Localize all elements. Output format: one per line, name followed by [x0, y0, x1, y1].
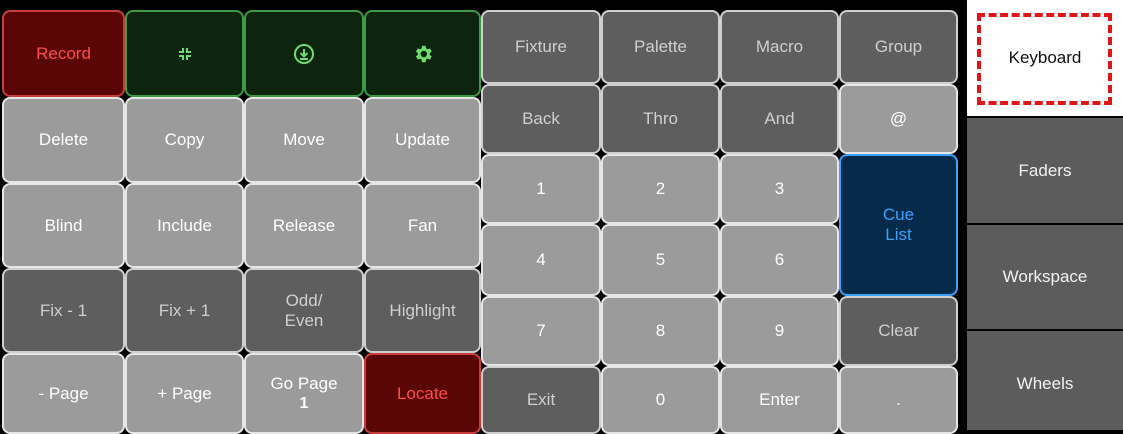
key-4-button[interactable]: 4	[481, 224, 601, 296]
odd-even-label: Odd/ Even	[284, 290, 324, 330]
page-minus-button[interactable]: - Page	[2, 353, 125, 434]
settings-button[interactable]	[364, 10, 481, 97]
gear-icon	[412, 43, 434, 65]
key-4-label: 4	[536, 250, 546, 269]
locate-label: Locate	[396, 383, 449, 403]
copy-button[interactable]: Copy	[125, 97, 244, 183]
download-button[interactable]	[244, 10, 364, 97]
sidebar-item-wheels-label: Wheels	[1016, 374, 1074, 393]
key-0-button[interactable]: 0	[601, 366, 720, 434]
go-page-value: 1	[299, 394, 309, 412]
key-8-button[interactable]: 8	[601, 296, 720, 366]
palette-button[interactable]: Palette	[601, 10, 720, 84]
exit-label: Exit	[526, 390, 556, 409]
thro-button[interactable]: Thro	[601, 84, 720, 154]
update-button[interactable]: Update	[364, 97, 481, 183]
sidebar-item-workspace[interactable]: Workspace	[967, 225, 1123, 329]
include-button[interactable]: Include	[125, 183, 244, 268]
sidebar-item-faders[interactable]: Faders	[967, 118, 1123, 223]
move-button[interactable]: Move	[244, 97, 364, 183]
exit-button[interactable]: Exit	[481, 366, 601, 434]
move-label: Move	[283, 130, 325, 149]
locate-button[interactable]: Locate	[364, 353, 481, 434]
blind-label: Blind	[44, 215, 83, 235]
thro-label: Thro	[643, 109, 678, 128]
fan-button[interactable]: Fan	[364, 183, 481, 268]
key-3-label: 3	[774, 179, 785, 198]
sidebar-item-keyboard-label: Keyboard	[1008, 48, 1082, 67]
group-button[interactable]: Group	[839, 10, 958, 84]
fix-plus-label: Fix + 1	[158, 300, 211, 320]
key-1-label: 1	[536, 179, 546, 198]
key-5-label: 5	[655, 250, 666, 269]
decimal-label: .	[896, 390, 901, 409]
odd-even-button[interactable]: Odd/ Even	[244, 268, 364, 353]
release-button[interactable]: Release	[244, 183, 364, 268]
key-9-label: 9	[774, 321, 785, 340]
sidebar-item-keyboard[interactable]: Keyboard	[967, 0, 1123, 116]
page-plus-label: + Page	[157, 383, 212, 403]
key-0-label: 0	[655, 390, 666, 409]
decimal-button[interactable]: .	[839, 366, 958, 434]
download-circle-icon	[293, 43, 315, 65]
enter-button[interactable]: Enter	[720, 366, 839, 434]
key-7-button[interactable]: 7	[481, 296, 601, 366]
back-button[interactable]: Back	[481, 84, 601, 154]
cue-list-button[interactable]: Cue List	[839, 154, 958, 296]
page-minus-label: - Page	[38, 383, 89, 403]
go-page-label: Go Page	[270, 373, 338, 393]
macro-button[interactable]: Macro	[720, 10, 839, 84]
clear-label: Clear	[878, 321, 919, 340]
fix-plus-button[interactable]: Fix + 1	[125, 268, 244, 353]
key-9-button[interactable]: 9	[720, 296, 839, 366]
cue-list-label: Cue List	[882, 205, 915, 244]
release-label: Release	[272, 215, 336, 235]
record-button[interactable]: Record	[2, 10, 125, 97]
fixture-label: Fixture	[515, 37, 567, 56]
clear-button[interactable]: Clear	[839, 296, 958, 366]
sidebar-item-faders-label: Faders	[1018, 161, 1072, 180]
compress-button[interactable]	[125, 10, 244, 97]
at-button[interactable]: @	[839, 84, 958, 154]
key-7-label: 7	[536, 321, 546, 340]
key-6-label: 6	[774, 250, 785, 269]
fix-minus-button[interactable]: Fix - 1	[2, 268, 125, 353]
key-6-button[interactable]: 6	[720, 224, 839, 296]
sidebar-item-wheels[interactable]: Wheels	[967, 331, 1123, 430]
and-label: And	[764, 109, 795, 128]
record-label: Record	[36, 43, 91, 63]
fix-minus-label: Fix - 1	[39, 300, 88, 320]
copy-label: Copy	[164, 130, 205, 149]
page-plus-button[interactable]: + Page	[125, 353, 244, 434]
palette-label: Palette	[634, 37, 687, 56]
key-1-button[interactable]: 1	[481, 154, 601, 224]
sidebar-item-workspace-label: Workspace	[1002, 267, 1088, 286]
delete-label: Delete	[38, 130, 89, 149]
include-label: Include	[157, 215, 212, 235]
fan-label: Fan	[407, 215, 438, 235]
compress-icon	[176, 45, 194, 63]
group-label: Group	[874, 37, 923, 56]
at-label: @	[889, 109, 908, 128]
sidebar: Keyboard Faders Workspace Wheels	[962, 0, 1123, 430]
back-label: Back	[522, 109, 560, 128]
highlight-button[interactable]: Highlight	[364, 268, 481, 353]
key-5-button[interactable]: 5	[601, 224, 720, 296]
key-2-button[interactable]: 2	[601, 154, 720, 224]
key-2-label: 2	[655, 179, 666, 198]
go-page-button[interactable]: Go Page 1	[244, 353, 364, 434]
delete-button[interactable]: Delete	[2, 97, 125, 183]
and-button[interactable]: And	[720, 84, 839, 154]
highlight-label: Highlight	[389, 300, 456, 320]
fixture-button[interactable]: Fixture	[481, 10, 601, 84]
macro-label: Macro	[755, 37, 804, 56]
enter-label: Enter	[759, 390, 800, 409]
update-label: Update	[395, 130, 450, 149]
key-3-button[interactable]: 3	[720, 154, 839, 224]
key-8-label: 8	[655, 321, 666, 340]
blind-button[interactable]: Blind	[2, 183, 125, 268]
